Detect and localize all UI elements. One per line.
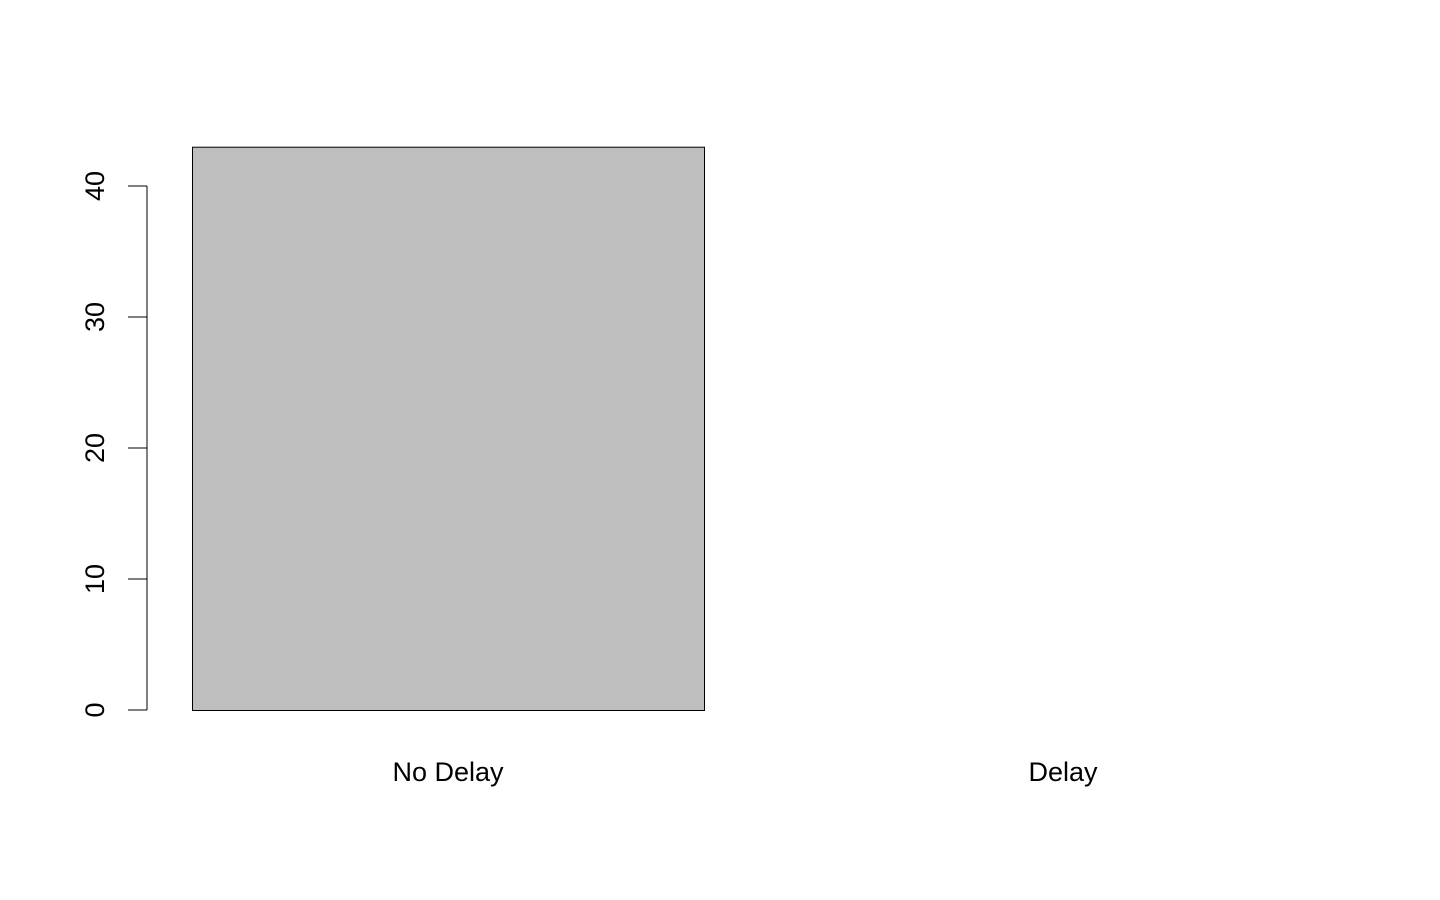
- y-tick-label: 40: [80, 171, 110, 201]
- y-tick-label: 30: [80, 302, 110, 332]
- bar-no-delay: [192, 146, 705, 711]
- y-tick-label: 10: [80, 564, 110, 594]
- y-tick-label: 20: [80, 433, 110, 463]
- x-category-label: No Delay: [392, 757, 504, 787]
- chart-container: 0 10 20 30 40 No Delay Delay: [0, 0, 1440, 900]
- bar-chart: 0 10 20 30 40 No Delay Delay: [0, 0, 1440, 900]
- y-tick-label: 0: [80, 702, 110, 717]
- bars-group: [192, 146, 705, 711]
- x-category-label: Delay: [1028, 757, 1098, 787]
